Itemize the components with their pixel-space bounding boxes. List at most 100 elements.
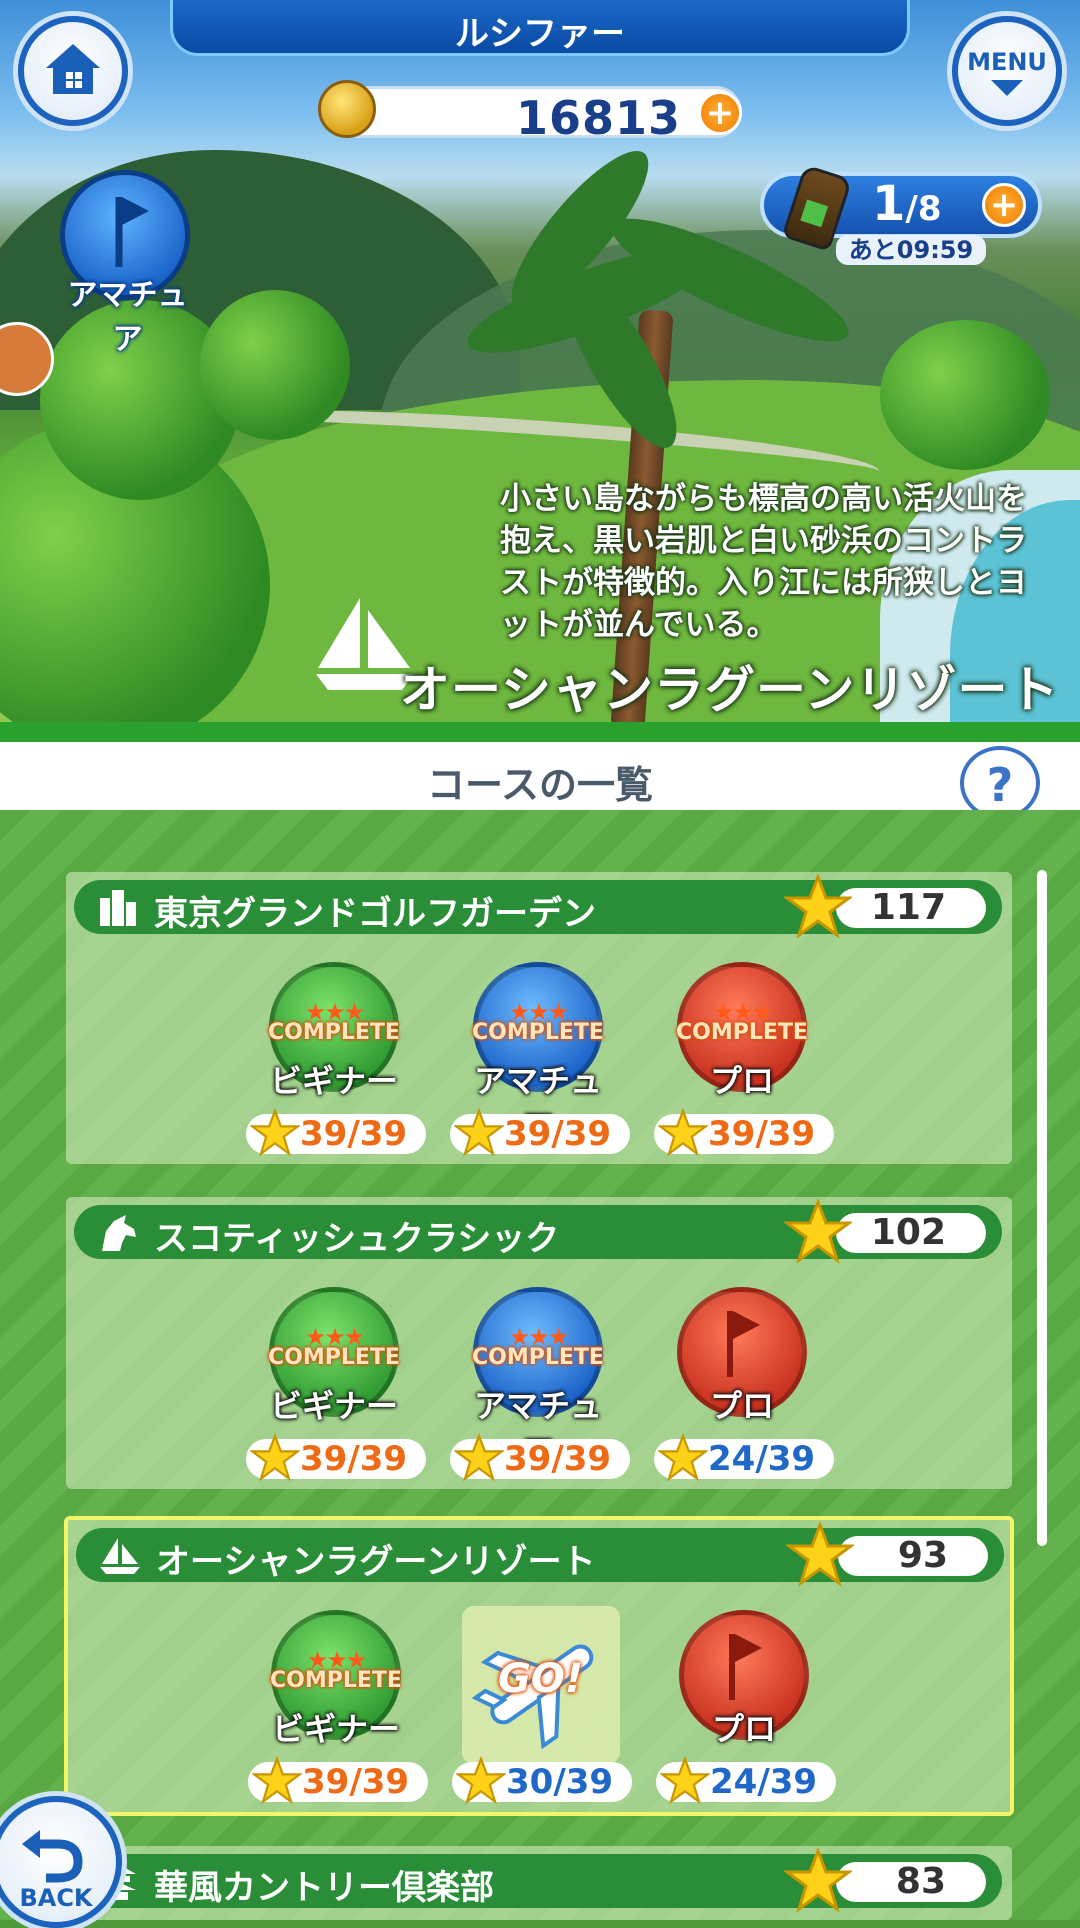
tree-scenery xyxy=(880,320,1050,470)
level-label: プロ xyxy=(709,1062,774,1100)
rank-label: アマチュア xyxy=(67,278,188,357)
home-icon xyxy=(46,44,100,94)
star-count-value: 39/39 xyxy=(504,1439,612,1479)
coin-counter: 16813 xyxy=(332,86,742,145)
course-card-tokyo[interactable]: 東京グランドゴルフガーデン 117 ★★★ COMPLETE ビギナー ★★★ … xyxy=(66,872,1012,1164)
level-label: プロ xyxy=(709,1387,774,1425)
star-icon xyxy=(786,1522,854,1587)
pro-medal[interactable]: ★★★ COMPLETE プロ xyxy=(674,962,810,1112)
level-label: ビギナー xyxy=(269,1387,398,1425)
scrollbar[interactable] xyxy=(1037,870,1047,1546)
complete-label: COMPLETE xyxy=(268,1345,400,1370)
course-star-total-value: 83 xyxy=(895,1861,946,1902)
complete-label: COMPLETE xyxy=(472,1345,604,1370)
star-icon xyxy=(784,874,852,939)
amateur-medal[interactable]: ★★★ COMPLETE アマチュア xyxy=(470,962,606,1146)
course-card-header: スコティッシュクラシック 102 xyxy=(74,1199,1002,1264)
building-icon xyxy=(100,890,136,926)
help-button[interactable]: ? xyxy=(960,746,1040,820)
sailboat-icon xyxy=(100,1538,140,1574)
unicorn-icon xyxy=(102,1215,136,1251)
tree-scenery xyxy=(200,290,350,440)
complete-label: COMPLETE xyxy=(268,1020,400,1045)
star-icon xyxy=(252,1756,302,1805)
course-star-total: 83 xyxy=(836,1862,986,1902)
star-icon xyxy=(456,1756,506,1805)
go-button[interactable]: GO! xyxy=(462,1606,620,1764)
complete-label: COMPLETE xyxy=(270,1668,402,1693)
course-star-total: 93 xyxy=(838,1536,988,1576)
star-count-value: 39/39 xyxy=(300,1439,408,1479)
course-star-total: 102 xyxy=(836,1213,986,1253)
flag-icon xyxy=(727,1311,760,1377)
complete-label: COMPLETE xyxy=(676,1020,808,1045)
star-count: 24/39 xyxy=(654,1433,834,1482)
star-count-value: 39/39 xyxy=(708,1114,816,1154)
beginner-medal[interactable]: ★★★ COMPLETE ビギナー xyxy=(268,1610,404,1760)
star-count: 39/39 xyxy=(246,1108,426,1157)
go-label: GO! xyxy=(498,1656,584,1702)
course-star-total-value: 93 xyxy=(897,1535,948,1576)
star-count: 24/39 xyxy=(656,1756,836,1805)
course-card-header: 東京グランドゴルフガーデン 117 xyxy=(74,874,1002,939)
star-count-value: 24/39 xyxy=(708,1439,816,1479)
stamina-timer: あと09:59 xyxy=(836,235,986,265)
course-name: スコティッシュクラシック xyxy=(154,1219,560,1259)
course-description: 小さい島ながらも標高の高い活火山を抱え、黒い岩肌と白い砂浜のコントラストが特徴的… xyxy=(500,481,1027,643)
flag-icon xyxy=(729,1634,762,1700)
course-card-header: 華風カントリー倶楽部 83 xyxy=(74,1848,1002,1913)
star-icon xyxy=(250,1108,300,1157)
course-list-title: コースの一覧 xyxy=(426,763,654,807)
star-icon xyxy=(454,1108,504,1157)
course-card-header: オーシャンラグーンリゾート 93 xyxy=(76,1522,1004,1587)
level-label: プロ xyxy=(711,1710,776,1748)
star-count: 39/39 xyxy=(450,1108,630,1157)
course-name: オーシャンラグーンリゾート xyxy=(156,1542,596,1582)
star-icon xyxy=(660,1756,710,1805)
beginner-medal[interactable]: ★★★ COMPLETE ビギナー xyxy=(266,1287,402,1437)
star-icon xyxy=(784,1848,852,1913)
add-coins-button[interactable]: + xyxy=(698,91,742,135)
star-count-value: 39/39 xyxy=(302,1762,410,1802)
star-count-value: 24/39 xyxy=(710,1762,818,1802)
course-card-ocean-lagoon[interactable]: オーシャンラグーンリゾート 93 ★★★ COMPLETE ビギナー GO! プ… xyxy=(64,1516,1014,1816)
back-button[interactable]: BACK xyxy=(0,1796,122,1928)
chevron-down-icon xyxy=(991,80,1023,96)
level-label: ビギナー xyxy=(271,1710,400,1748)
star-icon xyxy=(454,1433,504,1482)
course-name: 東京グランドゴルフガーデン xyxy=(154,894,596,934)
title-bar: ルシファー xyxy=(170,0,910,56)
divider xyxy=(0,722,1080,742)
home-button[interactable] xyxy=(18,16,128,126)
star-icon xyxy=(658,1433,708,1482)
stamina-current: 1 xyxy=(872,176,906,232)
course-card-kafu[interactable]: 華風カントリー倶楽部 83 xyxy=(66,1846,1012,1920)
level-label: ビギナー xyxy=(269,1062,398,1100)
star-count-value: 39/39 xyxy=(300,1114,408,1154)
star-count: 39/39 xyxy=(654,1108,834,1157)
player-name: ルシファー xyxy=(455,14,625,54)
menu-button[interactable]: MENU xyxy=(952,16,1062,126)
course-list-header: コースの一覧 xyxy=(0,742,1080,810)
star-count: 39/39 xyxy=(246,1433,426,1482)
course-card-scottish[interactable]: スコティッシュクラシック 102 ★★★ COMPLETE ビギナー ★★★ C… xyxy=(66,1197,1012,1489)
coin-icon xyxy=(318,80,376,138)
complete-label: COMPLETE xyxy=(472,1020,604,1045)
star-icon xyxy=(784,1199,852,1264)
star-count: 30/39 xyxy=(452,1756,632,1805)
star-count: 39/39 xyxy=(248,1756,428,1805)
pro-medal[interactable]: プロ xyxy=(674,1287,810,1437)
star-count: 39/39 xyxy=(450,1433,630,1482)
pro-medal[interactable]: プロ xyxy=(676,1610,812,1760)
stamina-value: 1/8 xyxy=(872,176,941,232)
amateur-medal[interactable]: ★★★ COMPLETE アマチュア xyxy=(470,1287,606,1471)
beginner-medal[interactable]: ★★★ COMPLETE ビギナー xyxy=(266,962,402,1112)
course-name-banner: オーシャンラグーンリゾート xyxy=(400,661,1060,719)
course-star-total-value: 102 xyxy=(870,1212,946,1253)
stamina-max: /8 xyxy=(905,189,942,229)
add-stamina-button[interactable]: + xyxy=(982,183,1026,227)
star-count-value: 39/39 xyxy=(504,1114,612,1154)
star-icon xyxy=(658,1108,708,1157)
course-star-total: 117 xyxy=(836,888,986,928)
star-count-value: 30/39 xyxy=(506,1762,614,1802)
